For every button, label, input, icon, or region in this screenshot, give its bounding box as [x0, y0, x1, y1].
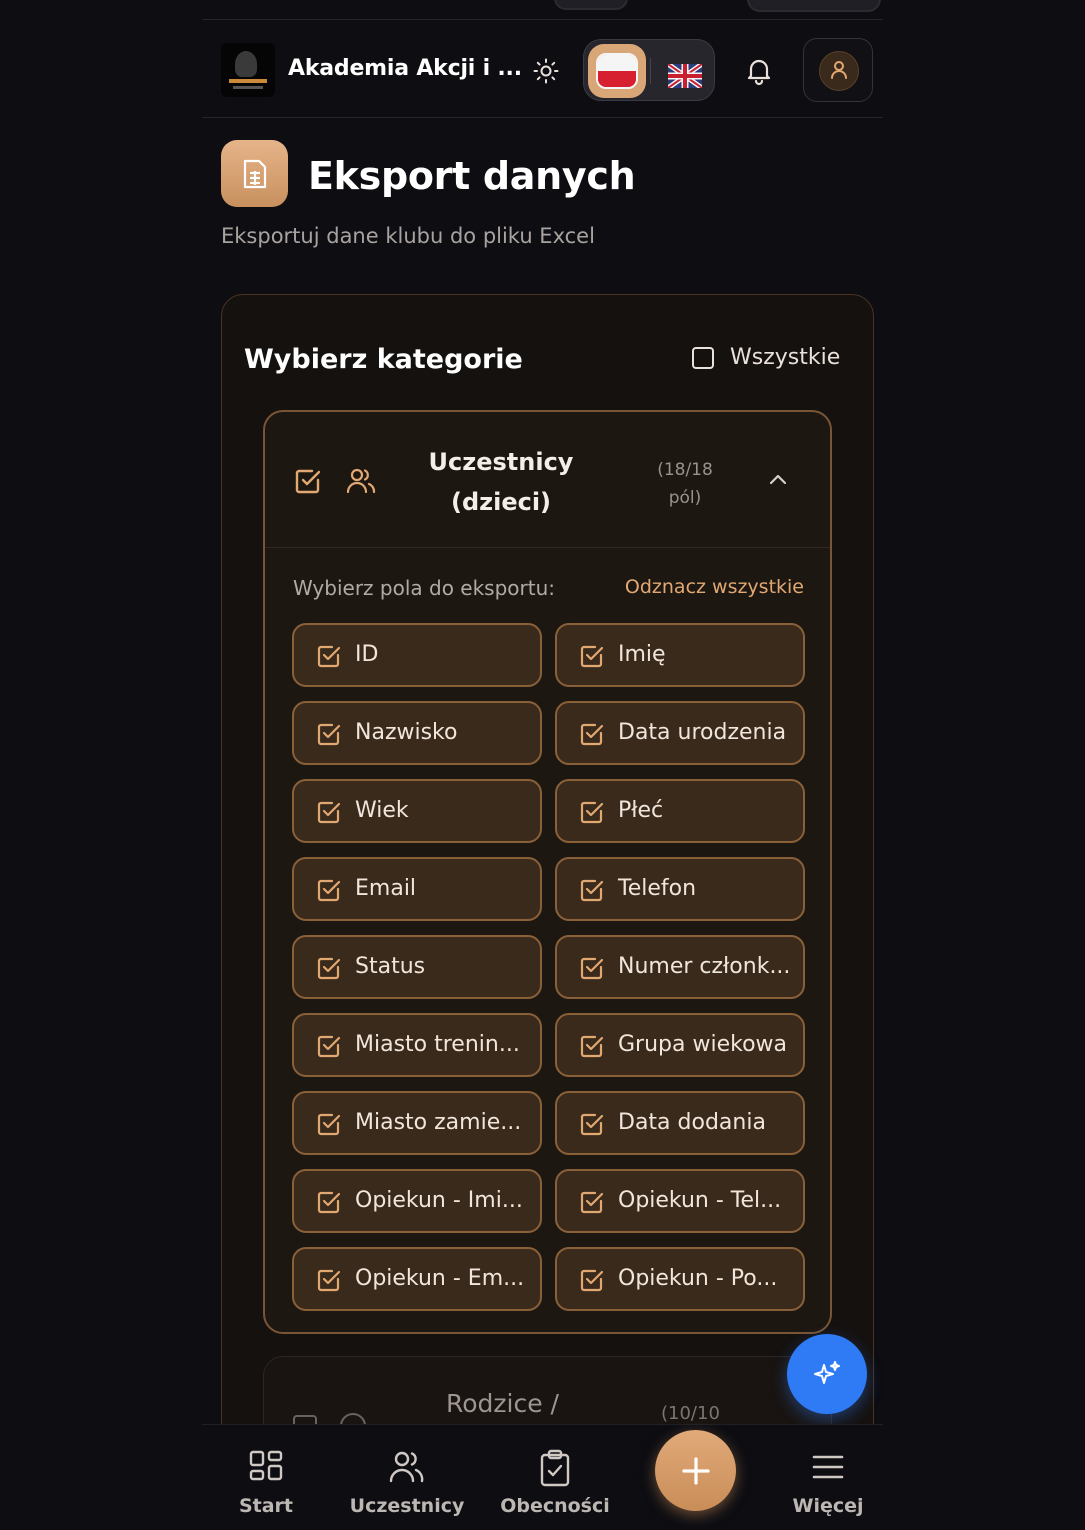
checkbox-checked-icon [580, 879, 604, 902]
nav-participants[interactable]: Uczestnicy [347, 1425, 467, 1530]
checkbox-checked-icon [317, 1191, 341, 1214]
fields-grid: ID Imię Nazwisko Data urodzenia Wiek Płeć Emai… [292, 623, 805, 1311]
checkbox-checked-icon [580, 1113, 604, 1136]
clipboard-check-icon [540, 1449, 570, 1487]
grid-icon [249, 1450, 283, 1481]
add-button[interactable] [655, 1430, 736, 1511]
checkbox-checked-icon [580, 1269, 604, 1292]
field-label: Opiekun - Tel... [618, 1188, 782, 1213]
field-label: Email [355, 876, 417, 901]
field-label: Data urodzenia [618, 720, 787, 745]
field-chip[interactable]: ID [292, 623, 542, 687]
field-label: Data dodania [618, 1110, 766, 1135]
nav-more[interactable]: Więcej [768, 1425, 883, 1530]
field-label: Imię [618, 642, 666, 667]
field-chip[interactable]: Wiek [292, 779, 542, 843]
category-name: Rodzice / [446, 1389, 559, 1418]
field-chip[interactable]: Imię [555, 623, 805, 687]
bell-icon[interactable] [744, 56, 774, 86]
top-remnant [202, 0, 883, 20]
field-chip[interactable]: Numer członk... [555, 935, 805, 999]
select-all-label[interactable]: Wszystkie [730, 345, 840, 370]
category-field-count: (18/18 pól) [657, 460, 713, 508]
page-subtitle: Eksportuj dane klubu do pliku Excel [221, 224, 595, 248]
field-chip[interactable]: Opiekun - Tel... [555, 1169, 805, 1233]
app-logo[interactable] [221, 43, 275, 97]
field-chip[interactable]: Miasto zamie... [292, 1091, 542, 1155]
field-chip[interactable]: Opiekun - Po... [555, 1247, 805, 1311]
profile-button[interactable] [803, 38, 873, 102]
field-chip[interactable]: Data urodzenia [555, 701, 805, 765]
field-label: Opiekun - Po... [618, 1266, 778, 1291]
field-chip[interactable]: Telefon [555, 857, 805, 921]
checkbox-checked-icon [580, 723, 604, 746]
category-participants: Uczestnicy (dzieci) (18/18 pól) Wybierz … [263, 410, 832, 1334]
field-chip[interactable]: Nazwisko [292, 701, 542, 765]
ai-assistant-button[interactable] [787, 1334, 867, 1414]
nav-start[interactable]: Start [206, 1425, 326, 1530]
field-label: Numer członk... [618, 954, 791, 979]
menu-icon [812, 1455, 844, 1479]
field-label: Miasto trenin... [355, 1032, 520, 1057]
uk-flag-icon[interactable] [668, 64, 702, 88]
checkbox-checked-icon [580, 801, 604, 824]
user-icon [831, 61, 847, 79]
chevron-up-icon[interactable] [765, 470, 791, 490]
field-chip[interactable]: Status [292, 935, 542, 999]
field-chip[interactable]: Email [292, 857, 542, 921]
field-label: Miasto zamie... [355, 1110, 522, 1135]
category-field-count: (10/10 [661, 1403, 720, 1424]
users-icon [346, 468, 376, 494]
field-label: Wiek [355, 798, 409, 823]
field-label: Telefon [618, 876, 697, 901]
card-title: Wybierz kategorie [244, 344, 523, 375]
field-label: Status [355, 954, 426, 979]
field-chip[interactable]: Data dodania [555, 1091, 805, 1155]
field-chip[interactable]: Płeć [555, 779, 805, 843]
checkbox-checked-icon [580, 1035, 604, 1058]
bottom-nav: Start Uczestnicy Obecności Więcej [202, 1424, 883, 1530]
checkbox-checked-icon [317, 879, 341, 902]
field-label: Opiekun - Imi... [355, 1188, 523, 1213]
category-name: Uczestnicy (dzieci) [428, 448, 574, 516]
checkbox-checked-icon [580, 957, 604, 980]
app-header: Akademia Akcji i ... [202, 22, 883, 118]
checkbox-checked-icon [317, 957, 341, 980]
checkbox-checked-icon [580, 645, 604, 668]
fields-label: Wybierz pola do eksportu: [293, 576, 556, 600]
users-icon [389, 1451, 424, 1483]
app-title[interactable]: Akademia Akcji i ... [288, 56, 522, 81]
uncheck-all-link[interactable]: Odznacz wszystkie [625, 576, 804, 598]
sun-icon[interactable] [533, 58, 559, 84]
checkbox-checked-icon [317, 1035, 341, 1058]
checkbox-checked-icon [317, 1269, 341, 1292]
app-screen: Akademia Akcji i ... Eksport danych Eksp… [202, 0, 883, 1530]
checkbox-checked-icon [317, 801, 341, 824]
field-chip[interactable]: Grupa wiekowa [555, 1013, 805, 1077]
sparkles-icon [814, 1361, 840, 1384]
field-label: Nazwisko [355, 720, 458, 745]
nav-attendance[interactable]: Obecności [495, 1425, 615, 1530]
field-chip[interactable]: Opiekun - Imi... [292, 1169, 542, 1233]
field-label: ID [355, 642, 379, 667]
checkbox-checked-icon [317, 723, 341, 746]
checkbox-checked-icon [317, 645, 341, 668]
document-icon [221, 140, 288, 207]
checkbox-checked-icon[interactable] [293, 466, 323, 496]
page-title: Eksport danych [308, 154, 636, 198]
poland-flag-icon [596, 53, 638, 89]
select-all-checkbox[interactable] [692, 347, 714, 369]
field-label: Grupa wiekowa [618, 1032, 788, 1057]
checkbox-checked-icon [317, 1113, 341, 1136]
field-label: Opiekun - Em... [355, 1266, 525, 1291]
field-label: Płeć [618, 798, 664, 823]
field-chip[interactable]: Opiekun - Em... [292, 1247, 542, 1311]
lang-pl-button[interactable] [588, 44, 646, 98]
plus-icon [682, 1457, 710, 1485]
checkbox-checked-icon [580, 1191, 604, 1214]
field-chip[interactable]: Miasto trenin... [292, 1013, 542, 1077]
language-switcher [583, 39, 715, 101]
category-header[interactable]: Uczestnicy (dzieci) (18/18 pól) [265, 412, 830, 548]
